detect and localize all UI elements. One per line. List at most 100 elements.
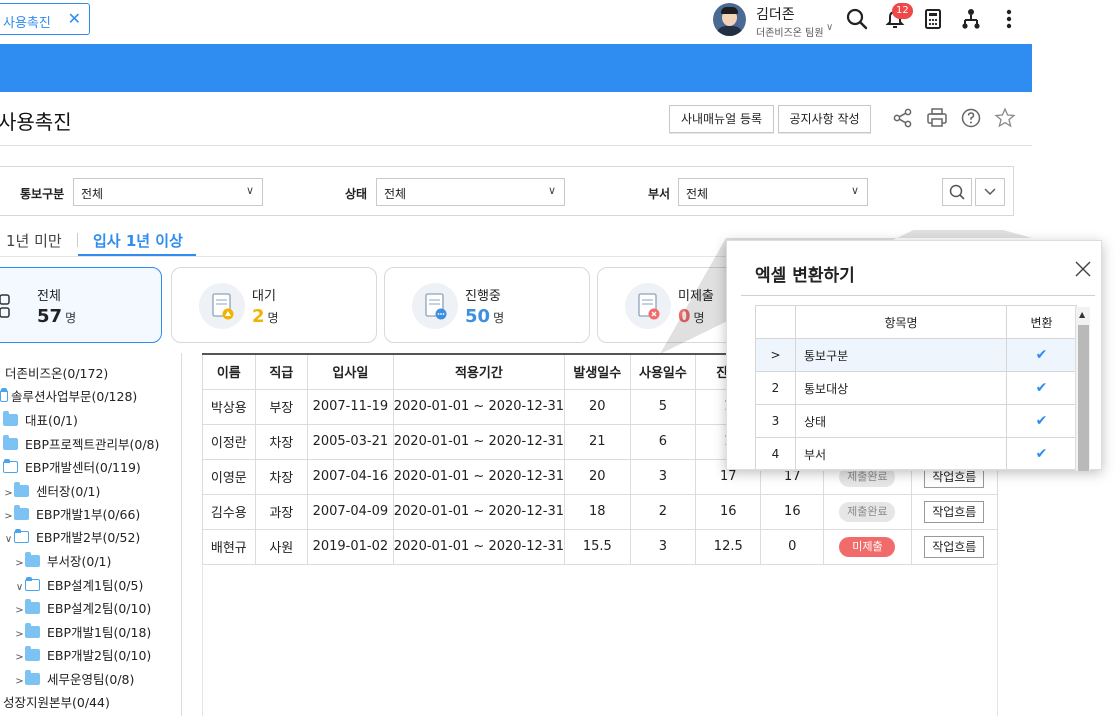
tab-over-one-year[interactable]: 입사 1년 이상 (93, 230, 183, 251)
tree-node[interactable]: 솔루션사업부문(0/128) (0, 386, 137, 405)
dialog-scrollbar[interactable]: ▲ (1075, 307, 1090, 471)
tree-node[interactable]: 성장지원본부(0/44) (3, 692, 110, 711)
write-notice-button[interactable]: 공지사항 작성 (778, 105, 871, 133)
tree-node[interactable]: 더존비즈온(0/172) (5, 363, 108, 382)
favorite-star-icon[interactable] (993, 106, 1017, 130)
cell-joined: 2007-04-09 (306, 493, 394, 530)
chevron-right-icon[interactable]: > (3, 511, 14, 522)
tree-node[interactable]: > EBP설계2팀(0/10) (14, 598, 151, 617)
user-name[interactable]: 김더존 (756, 4, 795, 24)
print-icon[interactable] (925, 106, 949, 130)
status-card-waiting[interactable]: 대기 2명 (171, 267, 377, 343)
tree-node[interactable]: > 세무운영팀(0/8) (14, 669, 134, 688)
export-columns-table: 항목명 변환 > 통보구분 ✔ 2 통보대상 ✔ 3 상태 ✔ 4 부서 ✔ (755, 305, 1091, 471)
chevron-down-icon: ∨ (245, 184, 254, 197)
cell-flow: 작업흐름 (910, 493, 999, 530)
chevron-right-icon[interactable]: > (14, 605, 25, 616)
table-row[interactable]: 김수용 과장 2007-04-09 2020-01-01 ~ 2020-12-3… (202, 493, 999, 530)
status-card-in-progress[interactable]: 진행중 50 명 (384, 267, 590, 343)
search-icon[interactable] (844, 6, 870, 32)
cell-joined: 2005-03-21 (306, 423, 394, 460)
dept-filter-label: 부서 (648, 187, 671, 201)
tree-node[interactable]: ∨ EBP개발2부(0/52) (3, 527, 140, 546)
close-tab-icon[interactable]: ✕ (68, 9, 81, 28)
table-row[interactable]: 배현규 사원 2019-01-02 2020-01-01 ~ 2020-12-3… (202, 528, 999, 565)
chevron-right-icon[interactable]: > (14, 652, 25, 663)
filter-search-button[interactable] (942, 178, 972, 206)
type-filter-select[interactable]: 전체 ∨ (73, 178, 263, 206)
col-joined[interactable]: 입사일 (306, 353, 394, 390)
help-icon[interactable] (959, 106, 983, 130)
chevron-right-icon[interactable]: > (3, 488, 14, 499)
cell-used: 3 (629, 528, 697, 565)
close-icon[interactable] (1073, 259, 1093, 279)
tree-node[interactable]: > 센터장(0/1) (3, 481, 100, 500)
tree-node[interactable]: > EBP개발1팀(0/18) (14, 622, 151, 641)
user-menu-caret-icon[interactable]: ∨ (826, 22, 833, 33)
folder-open-icon (3, 459, 18, 473)
checkmark-icon[interactable]: ✔ (1006, 404, 1077, 438)
tree-node[interactable]: ∨ EBP설계1팀(0/5) (14, 575, 143, 594)
status-filter-select[interactable]: 전체 ∨ (376, 178, 565, 206)
card-count: 50 명 (465, 306, 505, 327)
cell-status: 미제출 (823, 528, 912, 565)
chevron-right-icon[interactable]: > (14, 676, 25, 687)
tree-node[interactable]: > 부서장(0/1) (14, 551, 111, 570)
tree-node[interactable]: 대표(0/1) (3, 410, 78, 429)
status-badge: 미제출 (839, 536, 896, 557)
chevron-down-icon[interactable]: ∨ (3, 534, 14, 545)
scrollbar-thumb[interactable] (1078, 325, 1089, 471)
document-progress-icon (425, 293, 447, 320)
tab-under-one-year[interactable]: 1년 미만 (6, 230, 62, 251)
tree-node[interactable]: > EBP개발2팀(0/10) (14, 645, 151, 664)
chevron-right-icon[interactable]: > (14, 558, 25, 569)
dept-filter-select[interactable]: 전체 ∨ (678, 178, 868, 206)
folder-open-icon (14, 529, 29, 543)
item-name: 부서 (795, 437, 1007, 471)
folder-open-icon (0, 388, 8, 402)
item-name: 통보대상 (795, 371, 1007, 405)
col-occur[interactable]: 발생일수 (564, 353, 631, 390)
scroll-up-icon[interactable]: ▲ (1079, 310, 1085, 319)
checkmark-icon[interactable]: ✔ (1006, 437, 1077, 471)
workflow-button[interactable]: 작업흐름 (924, 535, 985, 558)
avatar[interactable] (713, 3, 746, 36)
status-card-total[interactable]: 전체 57 명 (0, 267, 162, 343)
share-icon[interactable] (891, 106, 915, 130)
table-row[interactable]: 4 부서 ✔ (755, 437, 1077, 471)
cell-name: 이정란 (202, 423, 256, 460)
col-period[interactable]: 적용기간 (392, 353, 566, 390)
calculator-icon[interactable] (920, 6, 946, 32)
status-filter-value: 전체 (384, 187, 407, 201)
col-rank[interactable]: 직급 (254, 353, 308, 390)
card-title: 대기 (252, 289, 276, 304)
excel-export-dialog: 엑셀 변환하기 항목명 변환 > 통보구분 ✔ 2 통보대상 ✔ 3 상태 ✔ … (726, 240, 1102, 471)
open-tab-usage-promotion[interactable]: 사용촉진 ✕ (0, 3, 90, 35)
filter-expand-button[interactable] (975, 178, 1005, 206)
table-row[interactable]: 3 상태 ✔ (755, 404, 1077, 438)
tree-node[interactable]: EBP프로젝트관리부(0/8) (3, 434, 159, 453)
checkmark-icon[interactable]: ✔ (1006, 371, 1077, 405)
table-row[interactable]: 2 통보대상 ✔ (755, 371, 1077, 405)
tree-node[interactable]: EBP개발센터(0/119) (3, 457, 141, 476)
cell-remain2: 0 (760, 528, 825, 565)
chevron-right-icon[interactable]: > (14, 629, 25, 640)
cell-used: 3 (629, 458, 697, 495)
org-chart-icon[interactable] (958, 6, 984, 32)
cell-flow: 작업흐름 (910, 528, 999, 565)
cell-used: 5 (629, 388, 697, 425)
chevron-down-icon[interactable]: ∨ (14, 582, 25, 593)
col-name[interactable]: 이름 (202, 353, 256, 390)
cell-used: 6 (629, 423, 697, 460)
tree-node[interactable]: > EBP개발1부(0/66) (3, 504, 140, 523)
register-manual-button[interactable]: 사내매뉴얼 등록 (669, 105, 774, 133)
card-count: 2명 (252, 306, 279, 327)
type-filter-value: 전체 (81, 187, 104, 201)
col-used[interactable]: 사용일수 (629, 353, 697, 390)
type-filter-label: 통보구분 (20, 187, 65, 201)
workflow-button[interactable]: 작업흐름 (924, 500, 985, 523)
table-row[interactable]: > 통보구분 ✔ (755, 338, 1077, 372)
checkmark-icon[interactable]: ✔ (1006, 338, 1077, 372)
col-item: 항목명 (795, 305, 1007, 339)
more-vertical-icon[interactable] (996, 6, 1022, 32)
